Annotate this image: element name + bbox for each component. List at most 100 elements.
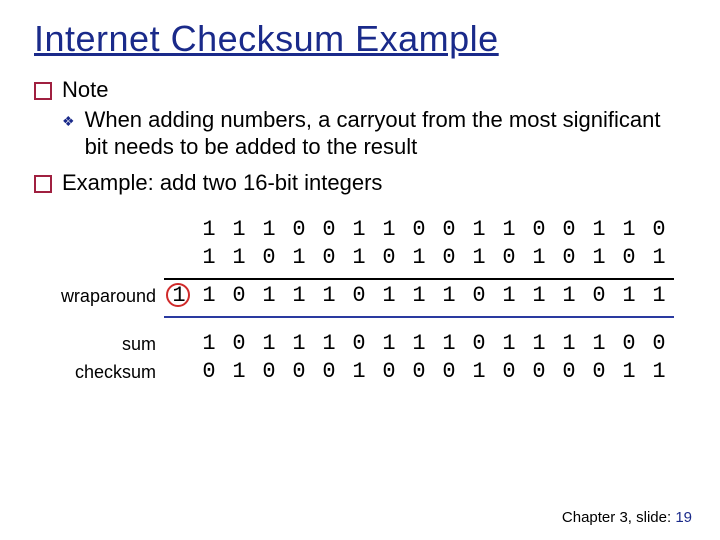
bit: 0 [284, 358, 314, 386]
bit: 1 [374, 330, 404, 358]
bit [164, 216, 194, 244]
bit: 0 [314, 358, 344, 386]
bit: 1 [554, 330, 584, 358]
diamond-bullet-icon: ❖ [62, 112, 75, 161]
bit: 0 [194, 358, 224, 386]
carry-bit: 1 [164, 282, 194, 310]
bit: 1 [224, 358, 254, 386]
bit: 0 [284, 216, 314, 244]
bit: 0 [464, 330, 494, 358]
bit: 0 [434, 358, 464, 386]
bullet-example: Example: add two 16-bit integers [34, 169, 686, 197]
bit: 1 [614, 358, 644, 386]
spacer [34, 320, 674, 330]
bit: 0 [644, 216, 674, 244]
bit: 1 [374, 282, 404, 310]
bit: 1 [284, 282, 314, 310]
row-label-sum: sum [34, 334, 164, 355]
bit: 0 [314, 216, 344, 244]
bit: 0 [554, 358, 584, 386]
bit: 1 [464, 244, 494, 272]
bit: 0 [434, 244, 464, 272]
bit: 1 [404, 244, 434, 272]
bit: 1 [644, 282, 674, 310]
bit: 1 [614, 216, 644, 244]
bit: 1 [344, 358, 374, 386]
square-bullet-icon [34, 175, 52, 193]
bit: 1 [524, 282, 554, 310]
bit: 0 [494, 358, 524, 386]
bit [164, 244, 194, 272]
bit: 1 [404, 282, 434, 310]
bit: 1 [404, 330, 434, 358]
bit: 0 [344, 330, 374, 358]
bit: 0 [254, 358, 284, 386]
bit: 0 [404, 358, 434, 386]
bit: 0 [434, 216, 464, 244]
bit: 1 [254, 282, 284, 310]
bit: 0 [224, 330, 254, 358]
page-number: 19 [675, 509, 692, 526]
bit: 0 [584, 358, 614, 386]
bit [164, 358, 194, 386]
slide-title: Internet Checksum Example [34, 18, 686, 60]
row-label-wraparound: wraparound [34, 286, 164, 307]
subbullet-note: ❖ When adding numbers, a carryout from t… [62, 106, 686, 161]
bit: 1 [194, 216, 224, 244]
bit: 0 [254, 244, 284, 272]
bit: 1 [194, 282, 224, 310]
bit: 1 [584, 216, 614, 244]
bit: 0 [404, 216, 434, 244]
bullet-text: Example: add two 16-bit integers [62, 169, 686, 197]
bit: 1 [224, 244, 254, 272]
bit: 1 [344, 244, 374, 272]
footer: Chapter 3, slide: 19 [562, 509, 692, 526]
bit: 1 [314, 282, 344, 310]
divider-line [164, 278, 674, 280]
bit: 0 [224, 282, 254, 310]
bit: 0 [314, 244, 344, 272]
square-bullet-icon [34, 82, 52, 100]
bit: 1 [524, 330, 554, 358]
bit: 1 [524, 244, 554, 272]
bit: 1 [314, 330, 344, 358]
footer-text: Chapter 3, slide: [562, 509, 671, 526]
bit: 1 [584, 330, 614, 358]
bit: 1 [644, 244, 674, 272]
bit: 1 [434, 282, 464, 310]
bit: 1 [464, 358, 494, 386]
bit: 1 [494, 330, 524, 358]
bit: 1 [254, 216, 284, 244]
bullet-text: Note [62, 76, 686, 104]
bit: 0 [614, 330, 644, 358]
bit: 1 [284, 244, 314, 272]
bullet-list: Note ❖ When adding numbers, a carryout f… [34, 76, 686, 196]
bit: 0 [494, 244, 524, 272]
bit: 1 [194, 244, 224, 272]
bullet-note: Note [34, 76, 686, 104]
bit: 1 [614, 282, 644, 310]
bit: 1 [464, 216, 494, 244]
bit: 1 [344, 216, 374, 244]
bit: 1 [434, 330, 464, 358]
bit: 0 [614, 244, 644, 272]
bit: 0 [374, 358, 404, 386]
bit: 0 [554, 244, 584, 272]
bit: 1 [494, 216, 524, 244]
bit [164, 330, 194, 358]
bit: 0 [524, 216, 554, 244]
bit: 0 [344, 282, 374, 310]
slide: Internet Checksum Example Note ❖ When ad… [0, 0, 720, 540]
bit: 0 [554, 216, 584, 244]
divider-line [164, 316, 674, 318]
bit: 1 [374, 216, 404, 244]
binary-addition-table: 1 1 1 0 0 1 1 0 0 1 1 0 0 1 1 0 1 1 0 1 … [34, 216, 686, 386]
row-label-checksum: checksum [34, 362, 164, 383]
bit: 0 [374, 244, 404, 272]
bit: 0 [464, 282, 494, 310]
bit: 1 [224, 216, 254, 244]
bit: 0 [524, 358, 554, 386]
subbullet-text: When adding numbers, a carryout from the… [85, 106, 686, 161]
bit: 1 [172, 283, 185, 308]
bit: 1 [584, 244, 614, 272]
